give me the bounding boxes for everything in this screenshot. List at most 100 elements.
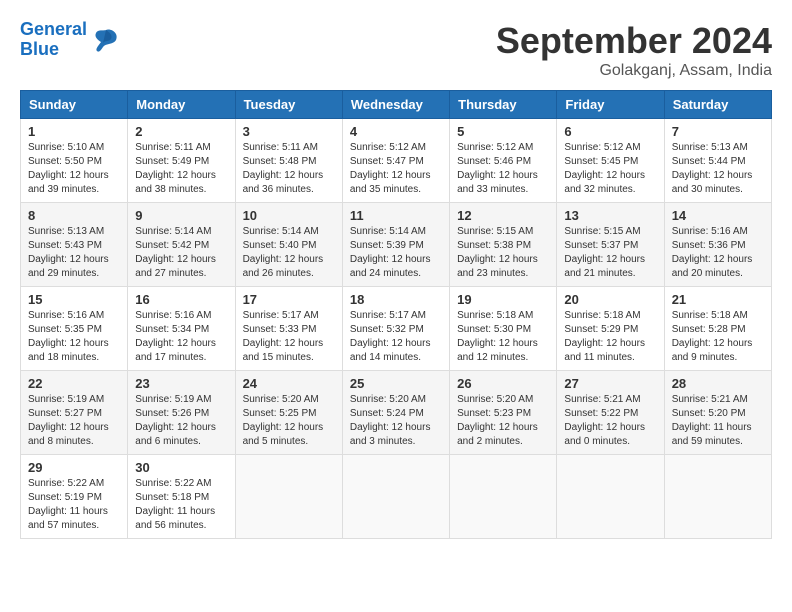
- header-saturday: Saturday: [664, 91, 771, 119]
- calendar-cell: 25 Sunrise: 5:20 AM Sunset: 5:24 PM Dayli…: [342, 371, 449, 455]
- calendar-cell: 8 Sunrise: 5:13 AM Sunset: 5:43 PM Daylig…: [21, 203, 128, 287]
- day-number: 8: [28, 208, 120, 223]
- cell-content: Sunrise: 5:19 AM Sunset: 5:27 PM Dayligh…: [28, 393, 120, 449]
- cell-content: Sunrise: 5:18 AM Sunset: 5:29 PM Dayligh…: [564, 309, 656, 365]
- cell-content: Sunrise: 5:17 AM Sunset: 5:33 PM Dayligh…: [243, 309, 335, 365]
- week-row-5: 29 Sunrise: 5:22 AM Sunset: 5:19 PM Dayli…: [21, 455, 772, 539]
- day-number: 14: [672, 208, 764, 223]
- day-number: 2: [135, 124, 227, 139]
- header-monday: Monday: [128, 91, 235, 119]
- calendar-cell: [235, 455, 342, 539]
- day-number: 20: [564, 292, 656, 307]
- day-number: 17: [243, 292, 335, 307]
- cell-content: Sunrise: 5:11 AM Sunset: 5:48 PM Dayligh…: [243, 141, 335, 197]
- calendar-cell: 20 Sunrise: 5:18 AM Sunset: 5:29 PM Dayli…: [557, 287, 664, 371]
- day-number: 4: [350, 124, 442, 139]
- logo-text: GeneralBlue: [20, 20, 87, 60]
- header-thursday: Thursday: [450, 91, 557, 119]
- cell-content: Sunrise: 5:12 AM Sunset: 5:45 PM Dayligh…: [564, 141, 656, 197]
- day-number: 25: [350, 376, 442, 391]
- cell-content: Sunrise: 5:19 AM Sunset: 5:26 PM Dayligh…: [135, 393, 227, 449]
- cell-content: Sunrise: 5:18 AM Sunset: 5:30 PM Dayligh…: [457, 309, 549, 365]
- calendar-cell: 15 Sunrise: 5:16 AM Sunset: 5:35 PM Dayli…: [21, 287, 128, 371]
- calendar-cell: 1 Sunrise: 5:10 AM Sunset: 5:50 PM Daylig…: [21, 119, 128, 203]
- week-row-3: 15 Sunrise: 5:16 AM Sunset: 5:35 PM Dayli…: [21, 287, 772, 371]
- cell-content: Sunrise: 5:16 AM Sunset: 5:36 PM Dayligh…: [672, 225, 764, 281]
- day-number: 13: [564, 208, 656, 223]
- day-number: 7: [672, 124, 764, 139]
- day-number: 27: [564, 376, 656, 391]
- calendar-cell: 13 Sunrise: 5:15 AM Sunset: 5:37 PM Dayli…: [557, 203, 664, 287]
- cell-content: Sunrise: 5:18 AM Sunset: 5:28 PM Dayligh…: [672, 309, 764, 365]
- location: Golakganj, Assam, India: [496, 62, 772, 80]
- calendar-cell: 2 Sunrise: 5:11 AM Sunset: 5:49 PM Daylig…: [128, 119, 235, 203]
- cell-content: Sunrise: 5:13 AM Sunset: 5:43 PM Dayligh…: [28, 225, 120, 281]
- calendar-cell: 4 Sunrise: 5:12 AM Sunset: 5:47 PM Daylig…: [342, 119, 449, 203]
- cell-content: Sunrise: 5:15 AM Sunset: 5:38 PM Dayligh…: [457, 225, 549, 281]
- day-number: 6: [564, 124, 656, 139]
- cell-content: Sunrise: 5:13 AM Sunset: 5:44 PM Dayligh…: [672, 141, 764, 197]
- cell-content: Sunrise: 5:21 AM Sunset: 5:20 PM Dayligh…: [672, 393, 764, 449]
- day-number: 15: [28, 292, 120, 307]
- calendar-cell: 19 Sunrise: 5:18 AM Sunset: 5:30 PM Dayli…: [450, 287, 557, 371]
- header-sunday: Sunday: [21, 91, 128, 119]
- calendar-table: SundayMondayTuesdayWednesdayThursdayFrid…: [20, 90, 772, 539]
- header-friday: Friday: [557, 91, 664, 119]
- calendar-cell: [342, 455, 449, 539]
- month-title: September 2024: [496, 20, 772, 62]
- day-number: 30: [135, 460, 227, 475]
- cell-content: Sunrise: 5:15 AM Sunset: 5:37 PM Dayligh…: [564, 225, 656, 281]
- day-number: 24: [243, 376, 335, 391]
- calendar-cell: 28 Sunrise: 5:21 AM Sunset: 5:20 PM Dayli…: [664, 371, 771, 455]
- cell-content: Sunrise: 5:10 AM Sunset: 5:50 PM Dayligh…: [28, 141, 120, 197]
- day-number: 23: [135, 376, 227, 391]
- day-number: 10: [243, 208, 335, 223]
- day-number: 5: [457, 124, 549, 139]
- cell-content: Sunrise: 5:11 AM Sunset: 5:49 PM Dayligh…: [135, 141, 227, 197]
- day-number: 26: [457, 376, 549, 391]
- calendar-cell: 30Sunrise: 5:22 AM Sunset: 5:18 PM Dayli…: [128, 455, 235, 539]
- calendar-cell: 18Sunrise: 5:17 AM Sunset: 5:32 PM Dayli…: [342, 287, 449, 371]
- day-number: 22: [28, 376, 120, 391]
- logo: GeneralBlue: [20, 20, 121, 60]
- cell-content: Sunrise: 5:17 AM Sunset: 5:32 PM Dayligh…: [350, 309, 442, 365]
- cell-content: Sunrise: 5:22 AM Sunset: 5:19 PM Dayligh…: [28, 477, 120, 533]
- page-header: GeneralBlue September 2024 Golakganj, As…: [20, 20, 772, 80]
- day-number: 16: [135, 292, 227, 307]
- cell-content: Sunrise: 5:20 AM Sunset: 5:25 PM Dayligh…: [243, 393, 335, 449]
- calendar-cell: 29 Sunrise: 5:22 AM Sunset: 5:19 PM Dayli…: [21, 455, 128, 539]
- logo-bird-icon: [91, 25, 121, 55]
- day-number: 12: [457, 208, 549, 223]
- day-number: 3: [243, 124, 335, 139]
- cell-content: Sunrise: 5:12 AM Sunset: 5:47 PM Dayligh…: [350, 141, 442, 197]
- day-number: 21: [672, 292, 764, 307]
- calendar-cell: 5Sunrise: 5:12 AM Sunset: 5:46 PM Daylig…: [450, 119, 557, 203]
- header-row: SundayMondayTuesdayWednesdayThursdayFrid…: [21, 91, 772, 119]
- cell-content: Sunrise: 5:20 AM Sunset: 5:23 PM Dayligh…: [457, 393, 549, 449]
- day-number: 28: [672, 376, 764, 391]
- cell-content: Sunrise: 5:14 AM Sunset: 5:39 PM Dayligh…: [350, 225, 442, 281]
- calendar-cell: [664, 455, 771, 539]
- cell-content: Sunrise: 5:14 AM Sunset: 5:40 PM Dayligh…: [243, 225, 335, 281]
- calendar-cell: 21 Sunrise: 5:18 AM Sunset: 5:28 PM Dayli…: [664, 287, 771, 371]
- calendar-cell: 12 Sunrise: 5:15 AM Sunset: 5:38 PM Dayli…: [450, 203, 557, 287]
- day-number: 19: [457, 292, 549, 307]
- calendar-cell: 23 Sunrise: 5:19 AM Sunset: 5:26 PM Dayli…: [128, 371, 235, 455]
- week-row-4: 22 Sunrise: 5:19 AM Sunset: 5:27 PM Dayli…: [21, 371, 772, 455]
- calendar-cell: 16 Sunrise: 5:16 AM Sunset: 5:34 PM Dayli…: [128, 287, 235, 371]
- cell-content: Sunrise: 5:14 AM Sunset: 5:42 PM Dayligh…: [135, 225, 227, 281]
- calendar-cell: 17 Sunrise: 5:17 AM Sunset: 5:33 PM Dayli…: [235, 287, 342, 371]
- cell-content: Sunrise: 5:16 AM Sunset: 5:35 PM Dayligh…: [28, 309, 120, 365]
- cell-content: Sunrise: 5:20 AM Sunset: 5:24 PM Dayligh…: [350, 393, 442, 449]
- header-wednesday: Wednesday: [342, 91, 449, 119]
- day-number: 29: [28, 460, 120, 475]
- calendar-cell: 10 Sunrise: 5:14 AM Sunset: 5:40 PM Dayli…: [235, 203, 342, 287]
- day-number: 1: [28, 124, 120, 139]
- header-tuesday: Tuesday: [235, 91, 342, 119]
- calendar-cell: 11Sunrise: 5:14 AM Sunset: 5:39 PM Dayli…: [342, 203, 449, 287]
- calendar-cell: [557, 455, 664, 539]
- week-row-1: 1 Sunrise: 5:10 AM Sunset: 5:50 PM Daylig…: [21, 119, 772, 203]
- cell-content: Sunrise: 5:16 AM Sunset: 5:34 PM Dayligh…: [135, 309, 227, 365]
- calendar-cell: 27Sunrise: 5:21 AM Sunset: 5:22 PM Dayli…: [557, 371, 664, 455]
- calendar-cell: 14 Sunrise: 5:16 AM Sunset: 5:36 PM Dayli…: [664, 203, 771, 287]
